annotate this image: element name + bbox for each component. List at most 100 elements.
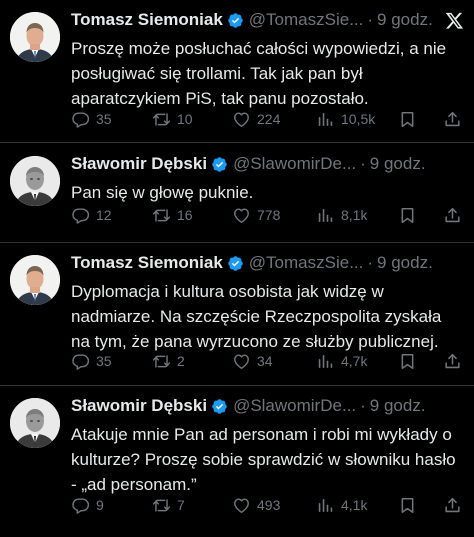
tweet-text: Pan się w głowę puknie. (71, 183, 254, 202)
like-count: 493 (257, 497, 281, 513)
like-count: 778 (257, 207, 281, 223)
views-button[interactable]: 10,5k (316, 110, 375, 129)
reply-icon (71, 496, 90, 515)
tweet-header: Sławomir Dębski @SlawomirDe... · 9 godz. (71, 394, 464, 418)
like-button[interactable]: 778 (232, 206, 280, 225)
verified-badge-icon (227, 12, 244, 29)
views-icon (316, 496, 335, 515)
views-button[interactable]: 8,1k (316, 206, 367, 225)
share-button[interactable] (443, 496, 462, 515)
tweet-3[interactable]: Tomasz Siemoniak @TomaszSie... · 9 godz.… (0, 251, 474, 379)
avatar[interactable] (10, 398, 60, 448)
divider (0, 242, 474, 243)
reply-icon (71, 352, 90, 371)
repost-button[interactable]: 16 (152, 206, 193, 225)
repost-button[interactable]: 7 (152, 496, 185, 515)
tweet-text: Dyplomacja i kultura osobista jak widzę … (71, 282, 442, 351)
tweet-4[interactable]: Sławomir Dębski @SlawomirDe... · 9 godz.… (0, 394, 474, 524)
repost-button[interactable]: 2 (152, 352, 185, 371)
divider (0, 385, 474, 386)
tweet-1[interactable]: Tomasz Siemoniak @TomaszSie... · 9 godz.… (0, 8, 474, 136)
divider (0, 142, 474, 143)
reply-button[interactable]: 9 (71, 496, 104, 515)
author-name[interactable]: Tomasz Siemoniak (71, 10, 223, 30)
bookmark-button[interactable] (398, 352, 417, 371)
author-handle[interactable]: @SlawomirDe... (233, 154, 356, 174)
share-button[interactable] (443, 206, 462, 225)
heart-icon (232, 352, 251, 371)
views-button[interactable]: 4,7k (316, 352, 367, 371)
x-logo-icon (445, 11, 464, 30)
view-count: 4,1k (341, 497, 368, 513)
views-icon (316, 206, 335, 225)
reply-icon (71, 206, 90, 225)
verified-badge-icon (227, 255, 244, 272)
like-button[interactable]: 224 (232, 110, 280, 129)
tweet-header: Sławomir Dębski @SlawomirDe... · 9 godz. (71, 152, 464, 176)
like-button[interactable]: 493 (232, 496, 280, 515)
reply-button[interactable]: 35 (71, 352, 112, 371)
repost-count: 7 (177, 497, 185, 513)
avatar[interactable] (10, 12, 60, 62)
timestamp[interactable]: 9 godz. (370, 154, 426, 174)
reply-button[interactable]: 12 (71, 206, 112, 225)
separator-dot: · (360, 396, 366, 415)
repost-icon (152, 496, 171, 515)
separator-dot: · (367, 10, 374, 29)
heart-icon (232, 206, 251, 225)
author-handle[interactable]: @TomaszSie... (249, 10, 364, 30)
view-count: 4,7k (341, 353, 368, 369)
author-name[interactable]: Sławomir Dębski (71, 154, 207, 174)
share-icon (443, 352, 462, 371)
timestamp[interactable]: 9 godz. (377, 10, 433, 30)
repost-icon (152, 352, 171, 371)
view-count: 8,1k (341, 207, 368, 223)
author-name[interactable]: Sławomir Dębski (71, 396, 207, 416)
repost-count: 10 (177, 111, 193, 127)
reply-count: 12 (96, 207, 112, 223)
repost-button[interactable]: 10 (152, 110, 193, 129)
bookmark-icon (398, 352, 417, 371)
views-icon (316, 352, 335, 371)
tweet-actions: 12 16 778 8,1k (71, 204, 464, 226)
bookmark-button[interactable] (398, 110, 417, 129)
author-handle[interactable]: @SlawomirDe... (233, 396, 356, 416)
reply-button[interactable]: 35 (71, 110, 112, 129)
separator-dot: · (360, 154, 366, 173)
repost-icon (152, 110, 171, 129)
views-button[interactable]: 4,1k (316, 496, 367, 515)
reply-count: 9 (96, 497, 104, 513)
view-count: 10,5k (341, 111, 376, 127)
tweet-actions: 35 2 34 4,7k (71, 350, 464, 372)
avatar[interactable] (10, 255, 60, 305)
timestamp[interactable]: 9 godz. (370, 396, 426, 416)
author-handle[interactable]: @TomaszSie... (249, 253, 364, 273)
views-icon (316, 110, 335, 129)
share-button[interactable] (443, 352, 462, 371)
like-count: 34 (257, 353, 273, 369)
share-icon (443, 496, 462, 515)
separator-dot: · (367, 253, 374, 272)
tweet-actions: 9 7 493 4,1k (71, 494, 464, 516)
repost-count: 2 (177, 353, 185, 369)
avatar[interactable] (10, 156, 60, 206)
tweet-actions: 35 10 224 10,5k (71, 108, 464, 130)
timestamp[interactable]: 9 godz. (377, 253, 433, 273)
tweet-2[interactable]: Sławomir Dębski @SlawomirDe... · 9 godz.… (0, 152, 474, 236)
share-button[interactable] (443, 110, 462, 129)
bookmark-button[interactable] (398, 206, 417, 225)
share-icon (443, 110, 462, 129)
heart-icon (232, 110, 251, 129)
repost-icon (152, 206, 171, 225)
repost-count: 16 (177, 207, 193, 223)
bookmark-button[interactable] (398, 496, 417, 515)
author-name[interactable]: Tomasz Siemoniak (71, 253, 223, 273)
like-button[interactable]: 34 (232, 352, 273, 371)
tweet-text: Proszę może posłuchać całości wypowiedzi… (71, 39, 447, 108)
reply-count: 35 (96, 353, 112, 369)
tweet-header: Tomasz Siemoniak @TomaszSie... · 9 godz. (71, 8, 464, 32)
share-icon (443, 206, 462, 225)
reply-icon (71, 110, 90, 129)
tweet-header: Tomasz Siemoniak @TomaszSie... · 9 godz. (71, 251, 464, 275)
tweet-text: Atakuje mnie Pan ad personam i robi mi w… (71, 425, 456, 494)
